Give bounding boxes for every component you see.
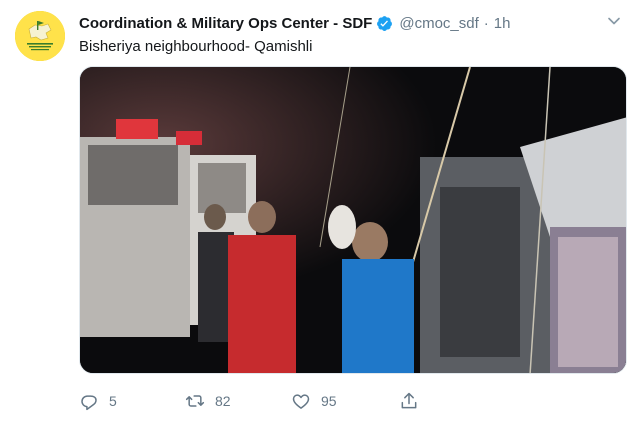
more-options-button[interactable]: [604, 11, 624, 31]
author-name[interactable]: Coordination & Military Ops Center - SDF: [79, 15, 372, 32]
verified-badge-icon: [376, 15, 393, 32]
tweet-timestamp[interactable]: 1h: [494, 15, 511, 32]
retweet-icon: [185, 395, 205, 407]
reply-button[interactable]: 5: [79, 389, 117, 413]
retweet-button[interactable]: 82: [185, 389, 231, 413]
sdf-logo-icon: [15, 11, 65, 61]
share-icon: [401, 392, 417, 409]
reply-icon: [81, 395, 97, 411]
avatar[interactable]: [15, 11, 65, 61]
retweet-count: 82: [215, 393, 231, 409]
separator-dot: ·: [483, 14, 489, 32]
tweet-text: Bisheriya neighbourhood- Qamishli: [79, 38, 313, 55]
chevron-down-icon: [608, 17, 620, 25]
tweet-actions: 5 82 95: [79, 389, 439, 413]
heart-icon: [292, 394, 310, 409]
tweet-photo[interactable]: [79, 66, 627, 374]
like-count: 95: [321, 393, 337, 409]
share-button[interactable]: [399, 389, 419, 413]
tweet-header: Coordination & Military Ops Center - SDF…: [79, 13, 620, 33]
author-handle[interactable]: @cmoc_sdf: [399, 15, 478, 32]
tweet-card[interactable]: Coordination & Military Ops Center - SDF…: [0, 0, 640, 423]
night-street-photo: [80, 67, 626, 373]
reply-count: 5: [109, 393, 117, 409]
like-button[interactable]: 95: [291, 389, 337, 413]
